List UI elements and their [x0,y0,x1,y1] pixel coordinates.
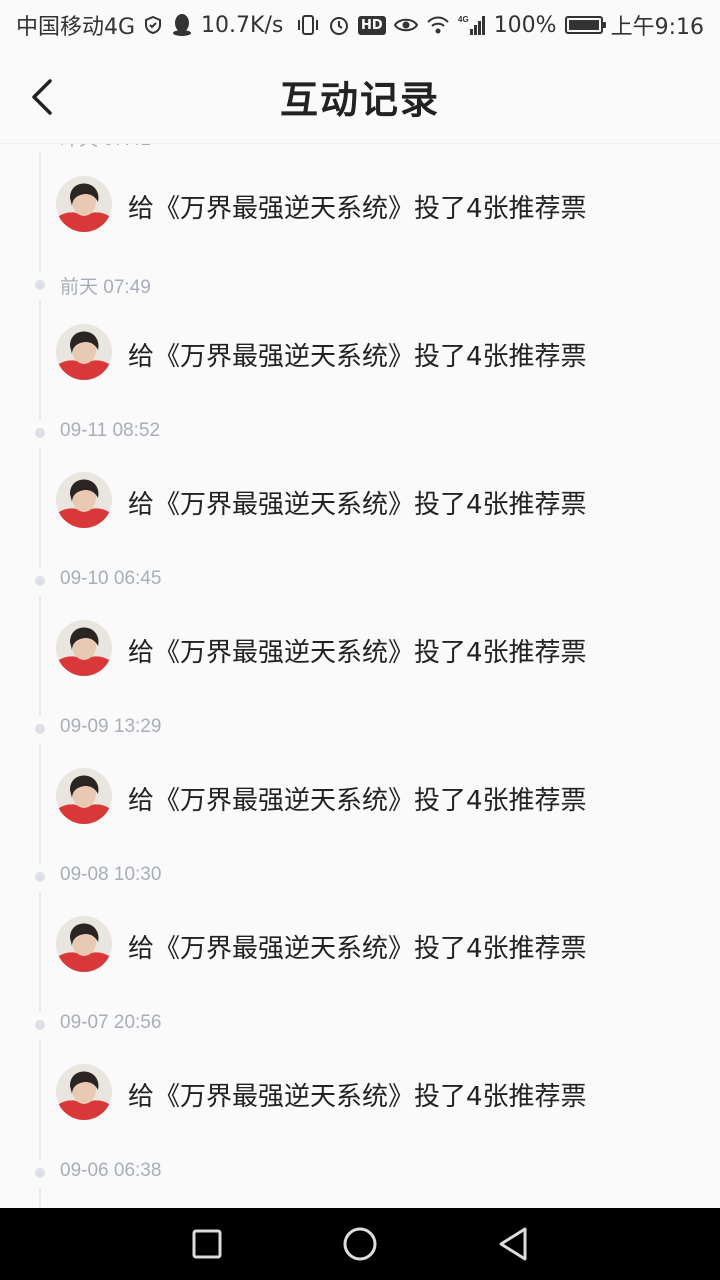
timeline-line [39,1188,41,1208]
timeline-scroll-area[interactable]: 昨天 07:41 给《万界最强逆天系统》投了4张推荐票 前天 07:49 给《万… [0,144,720,1208]
eye-icon [393,16,418,34]
status-bar-left: 中国移动4G 10.7K/s [16,9,283,41]
net-speed: 10.7K/s [201,12,284,38]
timeline-entry: 09-08 10:30 给《万界最强逆天系统》投了4张推荐票 [0,730,720,1012]
battery-icon [564,16,606,34]
carrier-label: 中国移动4G [16,15,136,40]
status-bar: 中国移动4G 10.7K/s HD 4G 100% 上午9:16 [0,0,720,50]
timeline-entry: 09-11 08:52 给《万界最强逆天系统》投了4张推荐票 [0,286,720,568]
recent-apps-icon [192,1229,222,1259]
page-title: 互动记录 [279,77,440,122]
back-nav-button[interactable] [488,1219,538,1269]
hd-icon: HD [358,15,386,35]
svg-text:4G: 4G [458,15,469,24]
back-triangle-icon [499,1227,527,1261]
app-header: 互动记录 [0,50,720,144]
timeline-dot [35,1168,45,1178]
timeline-entry: 09-06 06:38 [0,1026,720,1208]
chevron-left-icon [32,79,52,115]
battery-percent: 100% [493,12,557,38]
timeline-list: 昨天 07:41 给《万界最强逆天系统》投了4张推荐票 前天 07:49 给《万… [0,144,720,1208]
entry-time: 09-06 06:38 [60,1160,162,1181]
timeline-entry: 09-09 13:29 给《万界最强逆天系统》投了4张推荐票 [0,582,720,864]
timeline-entry: 前天 07:49 给《万界最强逆天系统》投了4张推荐票 [0,144,720,420]
home-icon [343,1227,377,1261]
system-nav-bar [0,1208,720,1280]
status-bar-right: HD 4G 100% 上午9:16 [296,9,704,41]
wifi-icon [426,15,450,35]
home-button[interactable] [335,1219,385,1269]
back-button[interactable] [22,74,62,120]
recent-apps-button[interactable] [182,1219,232,1269]
clock: 上午9:16 [610,15,704,40]
timeline-entry: 09-07 20:56 给《万界最强逆天系统》投了4张推荐票 [0,878,720,1160]
shield-icon [143,15,163,35]
timeline-entry: 09-10 06:45 给《万界最强逆天系统》投了4张推荐票 [0,434,720,716]
signal-icon: 4G [458,14,486,36]
vibrate-icon [296,14,320,36]
qq-penguin-icon [171,13,193,37]
alarm-icon [328,14,350,36]
